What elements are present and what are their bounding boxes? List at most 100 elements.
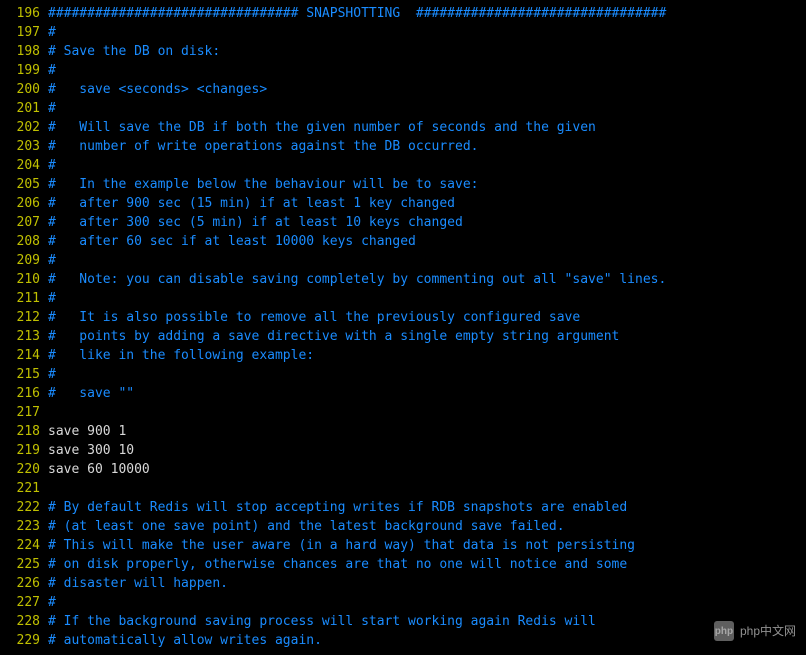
line-number: 199 xyxy=(0,61,48,80)
code-line: 224# This will make the user aware (in a… xyxy=(0,536,806,555)
line-number: 208 xyxy=(0,232,48,251)
line-text: save 300 10 xyxy=(48,441,806,460)
line-number: 196 xyxy=(0,4,48,23)
code-line: 228# If the background saving process wi… xyxy=(0,612,806,631)
code-line: 207# after 300 sec (5 min) if at least 1… xyxy=(0,213,806,232)
line-text: # automatically allow writes again. xyxy=(48,631,806,650)
line-text: save 60 10000 xyxy=(48,460,806,479)
line-text: # xyxy=(48,593,806,612)
line-number: 211 xyxy=(0,289,48,308)
code-line: 215# xyxy=(0,365,806,384)
line-number: 227 xyxy=(0,593,48,612)
code-line: 204# xyxy=(0,156,806,175)
watermark-logo: php xyxy=(714,621,734,641)
line-text: # save <seconds> <changes> xyxy=(48,80,806,99)
code-line: 200# save <seconds> <changes> xyxy=(0,80,806,99)
line-number: 218 xyxy=(0,422,48,441)
code-line: 209# xyxy=(0,251,806,270)
line-text: # points by adding a save directive with… xyxy=(48,327,806,346)
line-number: 220 xyxy=(0,460,48,479)
line-number: 215 xyxy=(0,365,48,384)
code-line: 205# In the example below the behaviour … xyxy=(0,175,806,194)
line-text: # xyxy=(48,61,806,80)
line-text: # xyxy=(48,365,806,384)
code-line: 226# disaster will happen. xyxy=(0,574,806,593)
code-editor: 196################################ SNAP… xyxy=(0,4,806,650)
line-text: # This will make the user aware (in a ha… xyxy=(48,536,806,555)
line-number: 229 xyxy=(0,631,48,650)
line-number: 221 xyxy=(0,479,48,498)
code-line: 203# number of write operations against … xyxy=(0,137,806,156)
line-number: 209 xyxy=(0,251,48,270)
line-text: # By default Redis will stop accepting w… xyxy=(48,498,806,517)
line-text: # Note: you can disable saving completel… xyxy=(48,270,806,289)
line-text: # after 900 sec (15 min) if at least 1 k… xyxy=(48,194,806,213)
line-text: # xyxy=(48,23,806,42)
line-text: # (at least one save point) and the late… xyxy=(48,517,806,536)
line-number: 214 xyxy=(0,346,48,365)
code-line: 217 xyxy=(0,403,806,422)
code-line: 223# (at least one save point) and the l… xyxy=(0,517,806,536)
code-line: 220save 60 10000 xyxy=(0,460,806,479)
line-number: 202 xyxy=(0,118,48,137)
line-number: 203 xyxy=(0,137,48,156)
line-text: # In the example below the behaviour wil… xyxy=(48,175,806,194)
code-line: 199# xyxy=(0,61,806,80)
code-line: 196################################ SNAP… xyxy=(0,4,806,23)
line-number: 222 xyxy=(0,498,48,517)
code-line: 210# Note: you can disable saving comple… xyxy=(0,270,806,289)
line-text: # Save the DB on disk: xyxy=(48,42,806,61)
line-text: # It is also possible to remove all the … xyxy=(48,308,806,327)
code-line: 198# Save the DB on disk: xyxy=(0,42,806,61)
code-line: 212# It is also possible to remove all t… xyxy=(0,308,806,327)
line-number: 226 xyxy=(0,574,48,593)
line-text xyxy=(48,479,806,498)
code-line: 225# on disk properly, otherwise chances… xyxy=(0,555,806,574)
line-number: 216 xyxy=(0,384,48,403)
code-line: 218save 900 1 xyxy=(0,422,806,441)
line-text: # on disk properly, otherwise chances ar… xyxy=(48,555,806,574)
line-text: # If the background saving process will … xyxy=(48,612,806,631)
line-number: 228 xyxy=(0,612,48,631)
line-number: 204 xyxy=(0,156,48,175)
line-number: 207 xyxy=(0,213,48,232)
line-number: 219 xyxy=(0,441,48,460)
line-text: # after 60 sec if at least 10000 keys ch… xyxy=(48,232,806,251)
code-line: 222# By default Redis will stop acceptin… xyxy=(0,498,806,517)
line-text: ################################ SNAPSHO… xyxy=(48,4,806,23)
line-text: # xyxy=(48,99,806,118)
line-number: 210 xyxy=(0,270,48,289)
line-text: # Will save the DB if both the given num… xyxy=(48,118,806,137)
code-line: 208# after 60 sec if at least 10000 keys… xyxy=(0,232,806,251)
code-line: 202# Will save the DB if both the given … xyxy=(0,118,806,137)
code-line: 213# points by adding a save directive w… xyxy=(0,327,806,346)
line-number: 217 xyxy=(0,403,48,422)
line-text: # after 300 sec (5 min) if at least 10 k… xyxy=(48,213,806,232)
line-text: # like in the following example: xyxy=(48,346,806,365)
code-line: 221 xyxy=(0,479,806,498)
code-line: 211# xyxy=(0,289,806,308)
line-number: 212 xyxy=(0,308,48,327)
line-text: # disaster will happen. xyxy=(48,574,806,593)
line-number: 198 xyxy=(0,42,48,61)
line-number: 205 xyxy=(0,175,48,194)
code-line: 206# after 900 sec (15 min) if at least … xyxy=(0,194,806,213)
code-line: 229# automatically allow writes again. xyxy=(0,631,806,650)
code-line: 214# like in the following example: xyxy=(0,346,806,365)
watermark-text: php中文网 xyxy=(740,622,796,641)
line-number: 213 xyxy=(0,327,48,346)
code-line: 227# xyxy=(0,593,806,612)
watermark: php php中文网 xyxy=(714,621,796,641)
line-text: # number of write operations against the… xyxy=(48,137,806,156)
line-number: 223 xyxy=(0,517,48,536)
line-text: # xyxy=(48,156,806,175)
code-line: 216# save "" xyxy=(0,384,806,403)
line-number: 225 xyxy=(0,555,48,574)
line-text: # save "" xyxy=(48,384,806,403)
code-line: 197# xyxy=(0,23,806,42)
line-text xyxy=(48,403,806,422)
line-number: 197 xyxy=(0,23,48,42)
line-number: 224 xyxy=(0,536,48,555)
code-line: 201# xyxy=(0,99,806,118)
line-number: 201 xyxy=(0,99,48,118)
